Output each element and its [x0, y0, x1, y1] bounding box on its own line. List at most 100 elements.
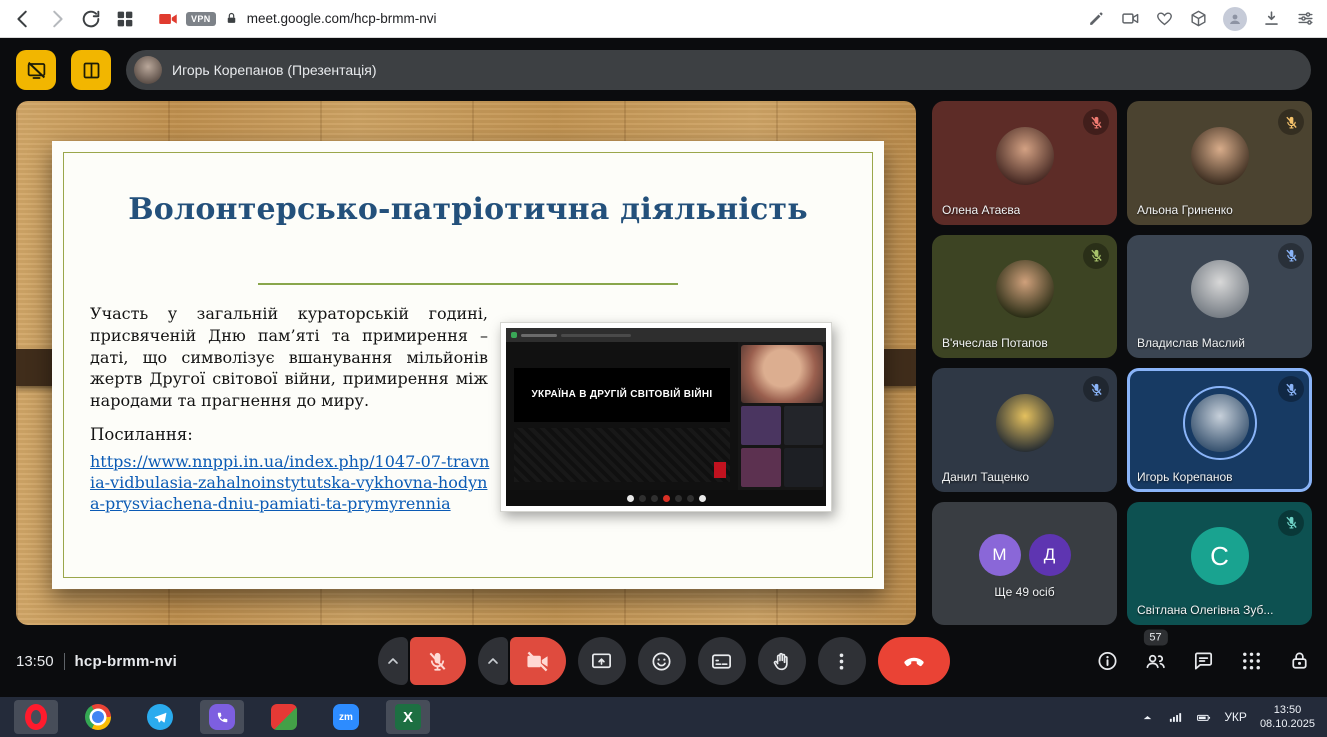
participant-name: Світлана Олегівна Зуб...: [1137, 603, 1273, 617]
camera-off-button[interactable]: [510, 637, 566, 685]
captions-button[interactable]: [698, 637, 746, 685]
tab-grid-icon[interactable]: [114, 8, 136, 30]
letter-avatar: С: [1191, 527, 1249, 585]
participant-tile[interactable]: Владислав Маслий: [1127, 235, 1312, 359]
camera-options-button[interactable]: [478, 637, 508, 685]
people-panel-button[interactable]: 57: [1144, 650, 1167, 673]
embed-control-dot: [663, 495, 670, 502]
taskbar-excel-icon[interactable]: X: [386, 700, 430, 734]
slide-paper: Волонтерсько-патріотична діяльність Учас…: [52, 141, 884, 589]
participant-tile[interactable]: Олена Атаєва: [932, 101, 1117, 225]
slide-link[interactable]: https://www.nnppi.in.ua/index.php/1047-0…: [90, 451, 494, 514]
end-call-button[interactable]: [878, 637, 950, 685]
reactions-button[interactable]: [638, 637, 686, 685]
meeting-time: 13:50: [16, 653, 54, 670]
url-text[interactable]: meet.google.com/hcp-brmm-nvi: [247, 11, 437, 26]
people-icon: [1144, 650, 1167, 673]
embed-logo: [714, 462, 726, 478]
slide-body-text: Участь у загальній кураторській годині, …: [90, 303, 488, 412]
meet-app: Игорь Корепанов (Презентація) Волонтерсь…: [0, 39, 1327, 697]
embed-banner: УКРАЇНА В ДРУГІЙ СВІТОВІЙ ВІЙНІ: [514, 368, 730, 422]
embed-control-dot: [699, 495, 706, 502]
activities-apps-icon[interactable]: [1240, 650, 1263, 673]
divider: [64, 653, 65, 670]
edit-icon[interactable]: [1087, 9, 1106, 28]
taskbar-zoom-icon[interactable]: zm: [324, 700, 368, 734]
presenter-pill[interactable]: Игорь Корепанов (Презентація): [126, 50, 1311, 90]
taskbar-opera-icon[interactable]: [14, 700, 58, 734]
clock-date: 08.10.2025: [1260, 717, 1315, 731]
mic-off-icon: [1278, 243, 1304, 269]
browser-toolbar: VPN meet.google.com/hcp-brmm-nvi: [0, 0, 1327, 38]
zoom-logo: zm: [333, 704, 359, 730]
mic-off-icon: [1083, 376, 1109, 402]
easy-setup-icon[interactable]: [1296, 9, 1315, 28]
meeting-code: hcp-brmm-nvi: [75, 653, 177, 670]
language-indicator[interactable]: УКР: [1224, 710, 1247, 724]
host-controls-lock-icon[interactable]: [1288, 650, 1311, 673]
participant-tile[interactable]: Альона Гриненко: [1127, 101, 1312, 225]
participant-tile-active-speaker[interactable]: Игорь Корепанов: [1127, 368, 1312, 492]
back-icon[interactable]: [12, 8, 34, 30]
taskbar-telegram-icon[interactable]: [138, 700, 182, 734]
snapshot-camera-icon[interactable]: [1121, 9, 1140, 28]
embed-mini-tile: [784, 448, 824, 487]
battery-icon[interactable]: [1196, 710, 1211, 725]
slide-title-divider: [258, 283, 678, 285]
tray-expand-icon[interactable]: [1140, 710, 1155, 725]
clock[interactable]: 13:50 08.10.2025: [1260, 703, 1315, 732]
chrome-logo: [85, 704, 111, 730]
embed-window-bar: [506, 328, 826, 342]
vpn-badge[interactable]: VPN: [186, 12, 216, 26]
overflow-avatar: Д: [1029, 534, 1071, 576]
mic-off-icon: [1278, 376, 1304, 402]
participant-name: Данил Тащенко: [942, 470, 1029, 484]
participant-tile[interactable]: В'ячеслав Потапов: [932, 235, 1117, 359]
presentation-stage[interactable]: Волонтерсько-патріотична діяльність Учас…: [16, 101, 916, 625]
embed-mini-tile: [784, 406, 824, 445]
mic-off-icon: [1083, 109, 1109, 135]
meeting-details-icon[interactable]: [1096, 650, 1119, 673]
raise-hand-button[interactable]: [758, 637, 806, 685]
site-security-lock-icon[interactable]: [224, 11, 239, 26]
slide-link-label: Посилання:: [90, 425, 193, 444]
mic-options-button[interactable]: [378, 637, 408, 685]
profile-avatar[interactable]: [1223, 7, 1247, 31]
extensions-cube-icon[interactable]: [1189, 9, 1208, 28]
embed-mini-tile: [741, 448, 781, 487]
system-tray: УКР 13:50 08.10.2025: [1140, 703, 1321, 732]
embed-participant-minis: [741, 406, 823, 487]
address-bar[interactable]: VPN meet.google.com/hcp-brmm-nvi: [158, 9, 1087, 29]
camera-in-use-icon[interactable]: [158, 9, 178, 29]
avatar: [1191, 394, 1249, 452]
forward-icon[interactable]: [46, 8, 68, 30]
slide-embedded-screenshot: УКРАЇНА В ДРУГІЙ СВІТОВІЙ ВІЙНІ: [500, 322, 832, 512]
slide-title: Волонтерсько-патріотична діяльність: [52, 193, 884, 228]
taskbar-viber-icon[interactable]: [200, 700, 244, 734]
participant-overflow-tile[interactable]: М Д Ще 49 осіб: [932, 502, 1117, 626]
bookmarks-heart-icon[interactable]: [1155, 9, 1174, 28]
embed-control-dot: [627, 495, 634, 502]
taskbar-chrome-icon[interactable]: [76, 700, 120, 734]
camera-control: [478, 637, 566, 685]
network-signal-icon[interactable]: [1168, 710, 1183, 725]
embed-speaker-video: [741, 345, 823, 403]
mic-off-icon: [1083, 243, 1109, 269]
camera-off-warning-button[interactable]: [16, 50, 56, 90]
meet-body: Волонтерсько-патріотична діяльність Учас…: [0, 101, 1327, 625]
participant-tile[interactable]: Данил Тащенко: [932, 368, 1117, 492]
mic-control: [378, 637, 466, 685]
present-screen-button[interactable]: [578, 637, 626, 685]
browser-nav: [12, 8, 136, 30]
taskbar-app-icon[interactable]: [262, 700, 306, 734]
viber-phone-icon: [215, 710, 230, 725]
embed-control-dot: [639, 495, 646, 502]
more-options-button[interactable]: [818, 637, 866, 685]
chat-panel-icon[interactable]: [1192, 650, 1215, 673]
participant-tile[interactable]: С Світлана Олегівна Зуб...: [1127, 502, 1312, 626]
downloads-icon[interactable]: [1262, 9, 1281, 28]
presentation-panel-button[interactable]: [71, 50, 111, 90]
reload-icon[interactable]: [80, 8, 102, 30]
mic-muted-button[interactable]: [410, 637, 466, 685]
mic-off-icon: [1278, 510, 1304, 536]
